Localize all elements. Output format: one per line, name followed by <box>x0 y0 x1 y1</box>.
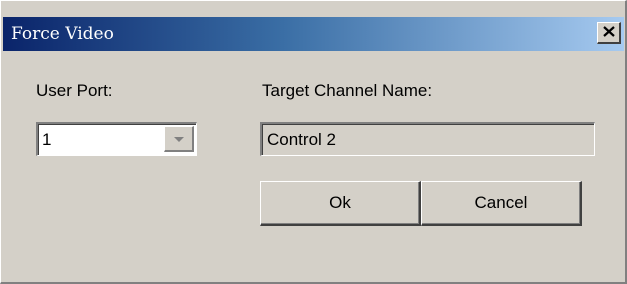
title-bar[interactable]: Force Video <box>3 17 624 51</box>
user-port-selected-value: 1 <box>42 130 52 149</box>
target-channel-value: Control 2 <box>267 130 336 149</box>
close-button[interactable] <box>597 22 621 44</box>
ok-button[interactable]: Ok <box>260 181 421 226</box>
force-video-dialog: Force Video User Port: 1 Target Channel … <box>0 0 627 284</box>
close-icon <box>602 24 615 42</box>
target-channel-label: Target Channel Name: <box>262 81 433 100</box>
user-port-dropdown-button[interactable] <box>164 126 194 152</box>
cancel-button[interactable]: Cancel <box>421 181 582 226</box>
chevron-down-icon <box>173 130 185 148</box>
target-channel-field: Control 2 <box>260 122 595 156</box>
window-title: Force Video <box>11 24 114 44</box>
user-port-label: User Port: <box>36 81 113 100</box>
user-port-select[interactable]: 1 <box>36 122 197 156</box>
